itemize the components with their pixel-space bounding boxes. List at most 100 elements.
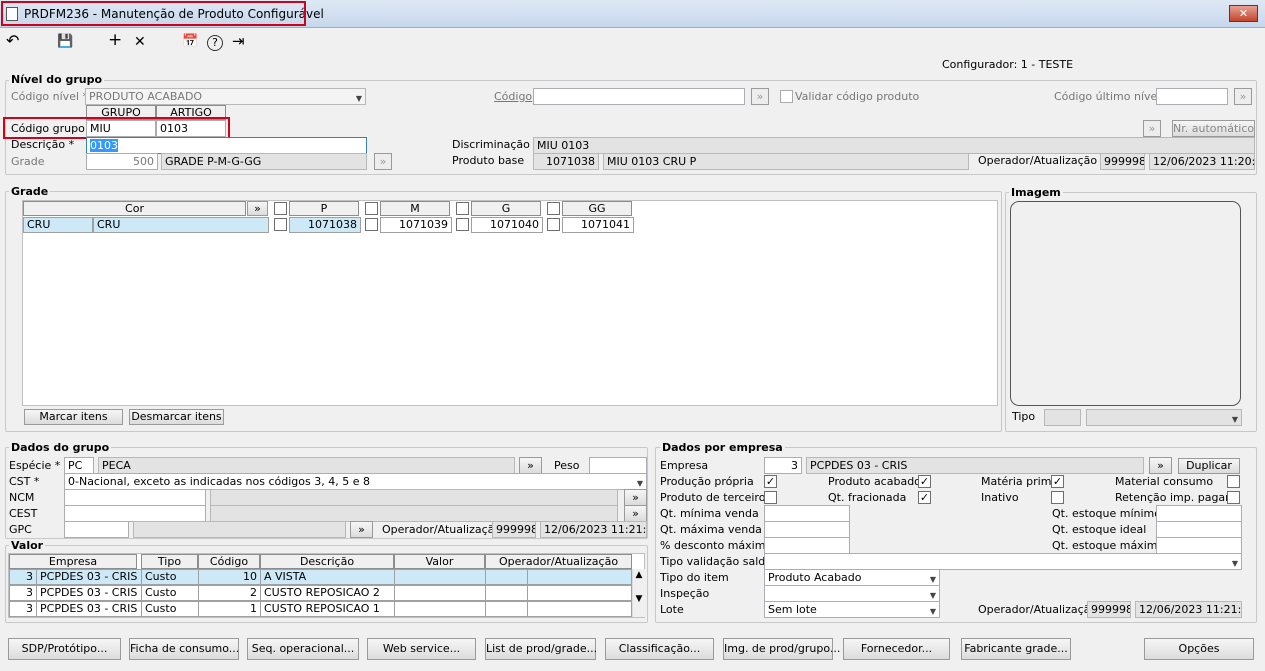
size-item-checkbox[interactable] [274,218,287,231]
qt-fracionada-checkbox[interactable]: ✓ [918,491,931,504]
valor-scrollbar[interactable]: ▲ ▼ [632,569,645,617]
size-select-checkbox[interactable] [365,202,378,215]
estoque-max-input[interactable] [1156,537,1242,554]
valor-tipo[interactable]: Custo [141,601,199,617]
valor-valor[interactable] [394,585,486,601]
nr-search-button[interactable]: » [1143,120,1161,137]
cor-code-cell[interactable]: CRU [23,217,93,233]
bottom-button[interactable]: Ficha de consumo... [129,638,239,660]
producao-propria-checkbox[interactable]: ✓ [764,475,777,488]
especie-search-button[interactable]: » [519,457,542,474]
codigo-search-button[interactable]: » [751,88,769,105]
grade-search-button[interactable]: » [374,153,392,170]
codigo-ultimo-input[interactable] [1156,88,1228,105]
retencao-checkbox[interactable] [1227,491,1240,504]
ncm-input[interactable] [64,489,206,506]
empresa-num[interactable]: 3 [764,457,802,474]
codigo-nivel-select[interactable]: PRODUTO ACABADO ▼ [85,88,366,105]
codigo-ultimo-search-button[interactable]: » [1234,88,1252,105]
bottom-button[interactable]: List de prod/grade... [485,638,597,660]
cest-search-button[interactable]: » [624,505,647,522]
size-code-cell[interactable]: 1071040 [471,217,543,233]
gpc-search-button[interactable]: » [350,521,373,538]
qt-min-venda-input[interactable] [764,505,850,522]
imagem-tipo-desc[interactable]: ▼ [1086,409,1242,426]
size-code-cell[interactable]: 1071038 [289,217,361,233]
valor-data[interactable] [527,601,632,617]
tipo-item-select[interactable]: Produto Acabado ▼ [764,569,940,586]
lote-select[interactable]: Sem lote ▼ [764,601,940,618]
codigo-input[interactable] [533,88,745,105]
grade-number[interactable]: 500 [86,153,158,170]
undo-icon[interactable]: ↶ [6,33,19,49]
inativo-checkbox[interactable] [1051,491,1064,504]
nr-automatico-button[interactable]: Nr. automático [1172,120,1255,137]
bottom-button[interactable]: SDP/Protótipo... [8,638,121,660]
validar-checkbox[interactable] [780,90,793,103]
valor-descricao[interactable]: CUSTO REPOSICAO 1 [260,601,395,617]
qt-max-venda-input[interactable] [764,521,850,538]
valor-descricao[interactable]: A VISTA [260,569,395,585]
size-select-checkbox[interactable] [456,202,469,215]
bottom-button[interactable]: Fornecedor... [843,638,950,660]
especie-code[interactable]: PC [64,457,94,474]
desmarcar-itens-button[interactable]: Desmarcar itens [129,409,224,425]
valor-emp[interactable]: PCPDES 03 - CRIS [36,569,142,585]
save-icon[interactable]: 💾 [57,35,73,49]
add-icon[interactable]: + [108,32,122,49]
valor-emp[interactable]: PCPDES 03 - CRIS [36,601,142,617]
produto-terceiro-checkbox[interactable] [764,491,777,504]
desc-max-input[interactable] [764,537,850,554]
bottom-button[interactable]: Opções [1144,638,1254,660]
bottom-button[interactable]: Img. de prod/grupo... [723,638,840,660]
grade-expand-button[interactable]: » [247,201,268,216]
size-item-checkbox[interactable] [365,218,378,231]
material-consumo-checkbox[interactable] [1227,475,1240,488]
valor-valor[interactable] [394,569,486,585]
valor-operador[interactable] [485,601,528,617]
valor-codigo[interactable]: 10 [198,569,261,585]
valor-emp[interactable]: PCPDES 03 - CRIS [36,585,142,601]
remove-icon[interactable]: ✕ [134,35,146,49]
size-select-checkbox[interactable] [547,202,560,215]
valor-data[interactable] [527,569,632,585]
inspecao-select[interactable]: ▼ [764,585,940,602]
empresa-search-button[interactable]: » [1149,457,1172,474]
valor-operador[interactable] [485,585,528,601]
bottom-button[interactable]: Web service... [367,638,476,660]
peso-input[interactable] [589,457,647,474]
valor-valor[interactable] [394,601,486,617]
cor-desc-cell[interactable]: CRU [93,217,269,233]
bottom-button[interactable]: Classificação... [605,638,714,660]
size-code-cell[interactable]: 1071041 [562,217,634,233]
valor-data[interactable] [527,585,632,601]
imagem-tipo-code[interactable] [1044,409,1081,426]
size-code-cell[interactable]: 1071039 [380,217,452,233]
ncm-search-button[interactable]: » [624,489,647,506]
tipo-validacao-select[interactable]: ▼ [764,553,1242,570]
duplicar-button[interactable]: Duplicar [1178,458,1240,474]
valor-operador[interactable] [485,569,528,585]
materia-prima-checkbox[interactable]: ✓ [1051,475,1064,488]
valor-descricao[interactable]: CUSTO REPOSICAO 2 [260,585,395,601]
valor-tipo[interactable]: Custo [141,585,199,601]
cst-select[interactable]: 0-Nacional, exceto as indicadas nos códi… [64,473,647,490]
gpc-input[interactable] [64,521,129,538]
size-select-checkbox[interactable] [274,202,287,215]
exit-icon[interactable]: ⇥ [232,34,245,49]
calendar-icon[interactable]: 📅 [182,35,198,49]
marcar-itens-button[interactable]: Marcar itens [24,409,123,425]
size-item-checkbox[interactable] [547,218,560,231]
valor-emp-num[interactable]: 3 [9,585,37,601]
valor-emp-num[interactable]: 3 [9,601,37,617]
valor-codigo[interactable]: 1 [198,601,261,617]
valor-codigo[interactable]: 2 [198,585,261,601]
valor-tipo[interactable]: Custo [141,569,199,585]
estoque-min-input[interactable] [1156,505,1242,522]
estoque-ideal-input[interactable] [1156,521,1242,538]
bottom-button[interactable]: Seq. operacional... [247,638,359,660]
produto-acabado-checkbox[interactable]: ✓ [918,475,931,488]
size-item-checkbox[interactable] [456,218,469,231]
cest-input[interactable] [64,505,206,522]
close-button[interactable]: ✕ [1229,5,1258,22]
